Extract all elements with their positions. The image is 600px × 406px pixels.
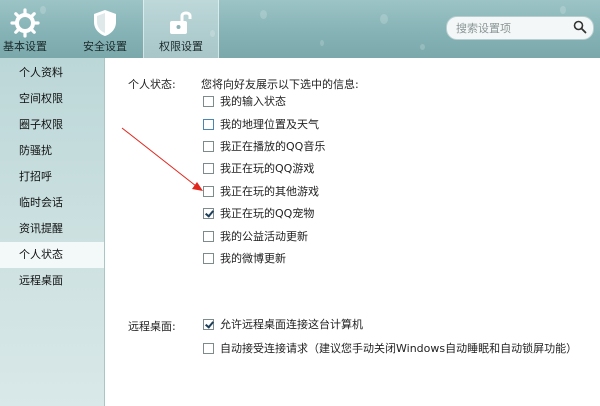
annotation-arrow xyxy=(121,127,203,191)
